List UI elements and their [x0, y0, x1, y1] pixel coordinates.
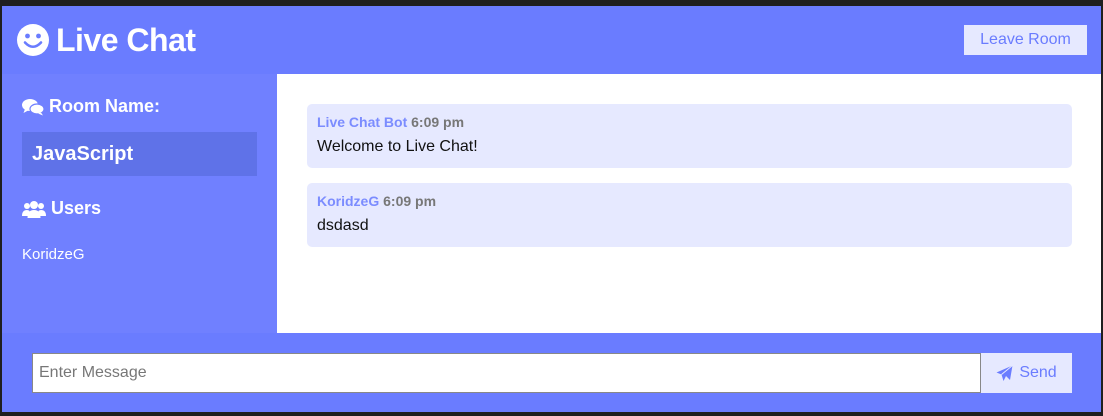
- message-text: Welcome to Live Chat!: [317, 138, 478, 155]
- user-list-item: KoridzeG: [22, 246, 85, 263]
- smile-icon: [17, 24, 49, 56]
- users-heading: Users: [22, 198, 101, 219]
- room-name-value: JavaScript: [22, 132, 257, 176]
- users-icon: [22, 200, 46, 218]
- brand: Live Chat: [16, 22, 196, 59]
- app-window: Live Chat Leave Room Room Name: JavaScri…: [2, 6, 1101, 412]
- sidebar: Room Name: JavaScript Users KoridzeG: [2, 74, 277, 333]
- app-header: Live Chat Leave Room: [2, 6, 1101, 74]
- send-label: Send: [1019, 364, 1057, 381]
- chat-messages: Live Chat Bot 6:09 pm Welcome to Live Ch…: [277, 74, 1101, 333]
- app-title: Live Chat: [56, 21, 196, 58]
- message: Live Chat Bot 6:09 pm Welcome to Live Ch…: [307, 104, 1072, 168]
- message-composer: Send: [2, 333, 1101, 412]
- message-input[interactable]: [32, 353, 981, 393]
- message: KoridzeG 6:09 pm dsdasd: [307, 183, 1072, 247]
- room-name-label: Room Name:: [49, 96, 161, 116]
- comments-icon: [22, 98, 44, 115]
- message-author: KoridzeG: [317, 193, 380, 209]
- send-button[interactable]: Send: [981, 353, 1072, 393]
- message-time: 6:09 pm: [383, 193, 437, 209]
- leave-room-button[interactable]: Leave Room: [964, 25, 1087, 55]
- paper-plane-icon: [996, 364, 1014, 381]
- message-time: 6:09 pm: [411, 114, 465, 130]
- room-name-heading: Room Name:: [22, 96, 160, 117]
- users-label: Users: [51, 198, 102, 218]
- message-meta: KoridzeG 6:09 pm: [317, 193, 1062, 209]
- message-meta: Live Chat Bot 6:09 pm: [317, 114, 1062, 130]
- message-author: Live Chat Bot: [317, 114, 408, 130]
- message-text: dsdasd: [317, 217, 369, 234]
